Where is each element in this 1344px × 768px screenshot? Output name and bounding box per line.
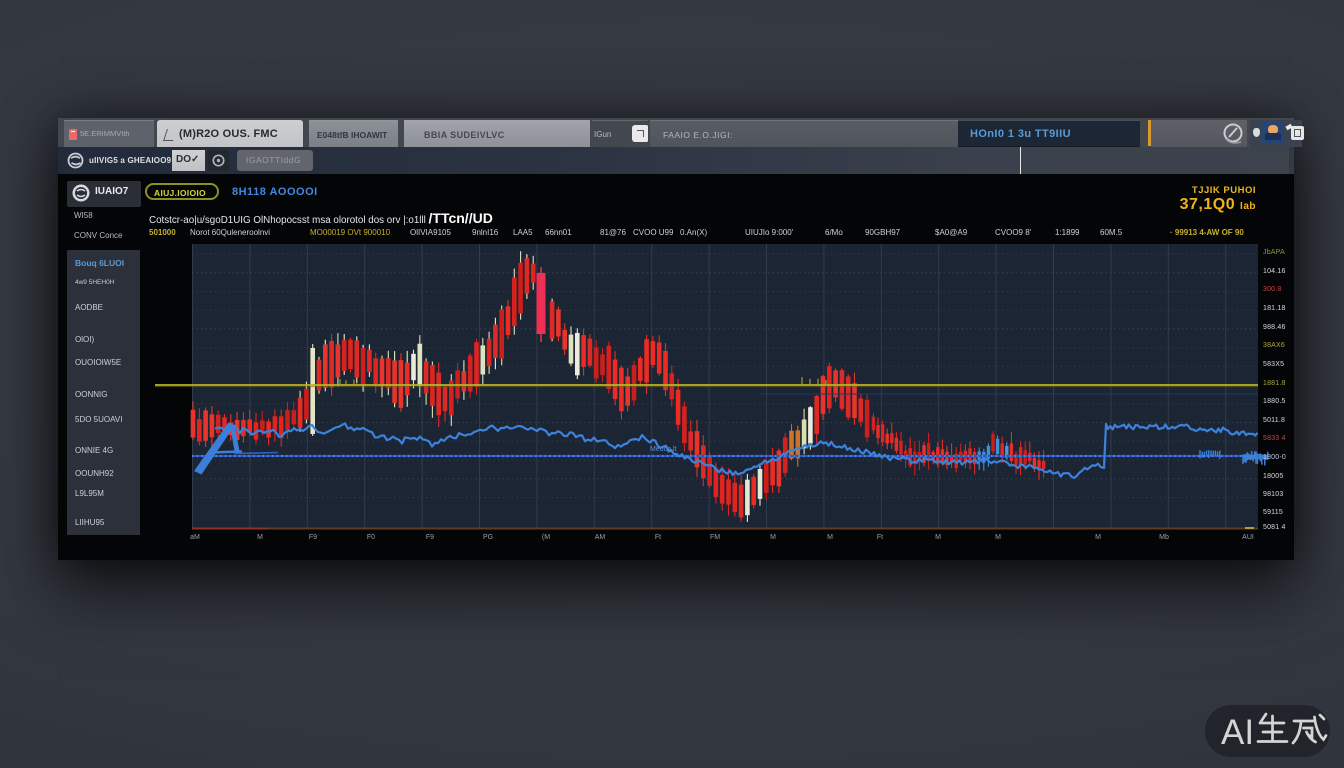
svg-text:AM: AM <box>595 534 606 541</box>
svg-text:Ft: Ft <box>877 534 883 541</box>
svg-text:F9: F9 <box>309 534 317 541</box>
svg-text:AUI: AUI <box>1242 534 1254 541</box>
svg-text:F0: F0 <box>367 534 375 541</box>
svg-text:M: M <box>257 534 263 541</box>
svg-text:FM: FM <box>710 534 720 541</box>
svg-text:Meuca.lt: Meuca.lt <box>650 446 677 453</box>
svg-text:M: M <box>1095 534 1101 541</box>
svg-text:(M: (M <box>542 534 550 541</box>
svg-text:Ft: Ft <box>655 534 661 541</box>
svg-text:Mb: Mb <box>1159 534 1169 541</box>
svg-text:M: M <box>935 534 941 541</box>
svg-text:M: M <box>995 534 1001 541</box>
svg-text:F9: F9 <box>426 534 434 541</box>
svg-text:PG: PG <box>483 534 493 541</box>
svg-text:M: M <box>827 534 833 541</box>
svg-text:aM: aM <box>190 534 200 541</box>
svg-text:M: M <box>770 534 776 541</box>
